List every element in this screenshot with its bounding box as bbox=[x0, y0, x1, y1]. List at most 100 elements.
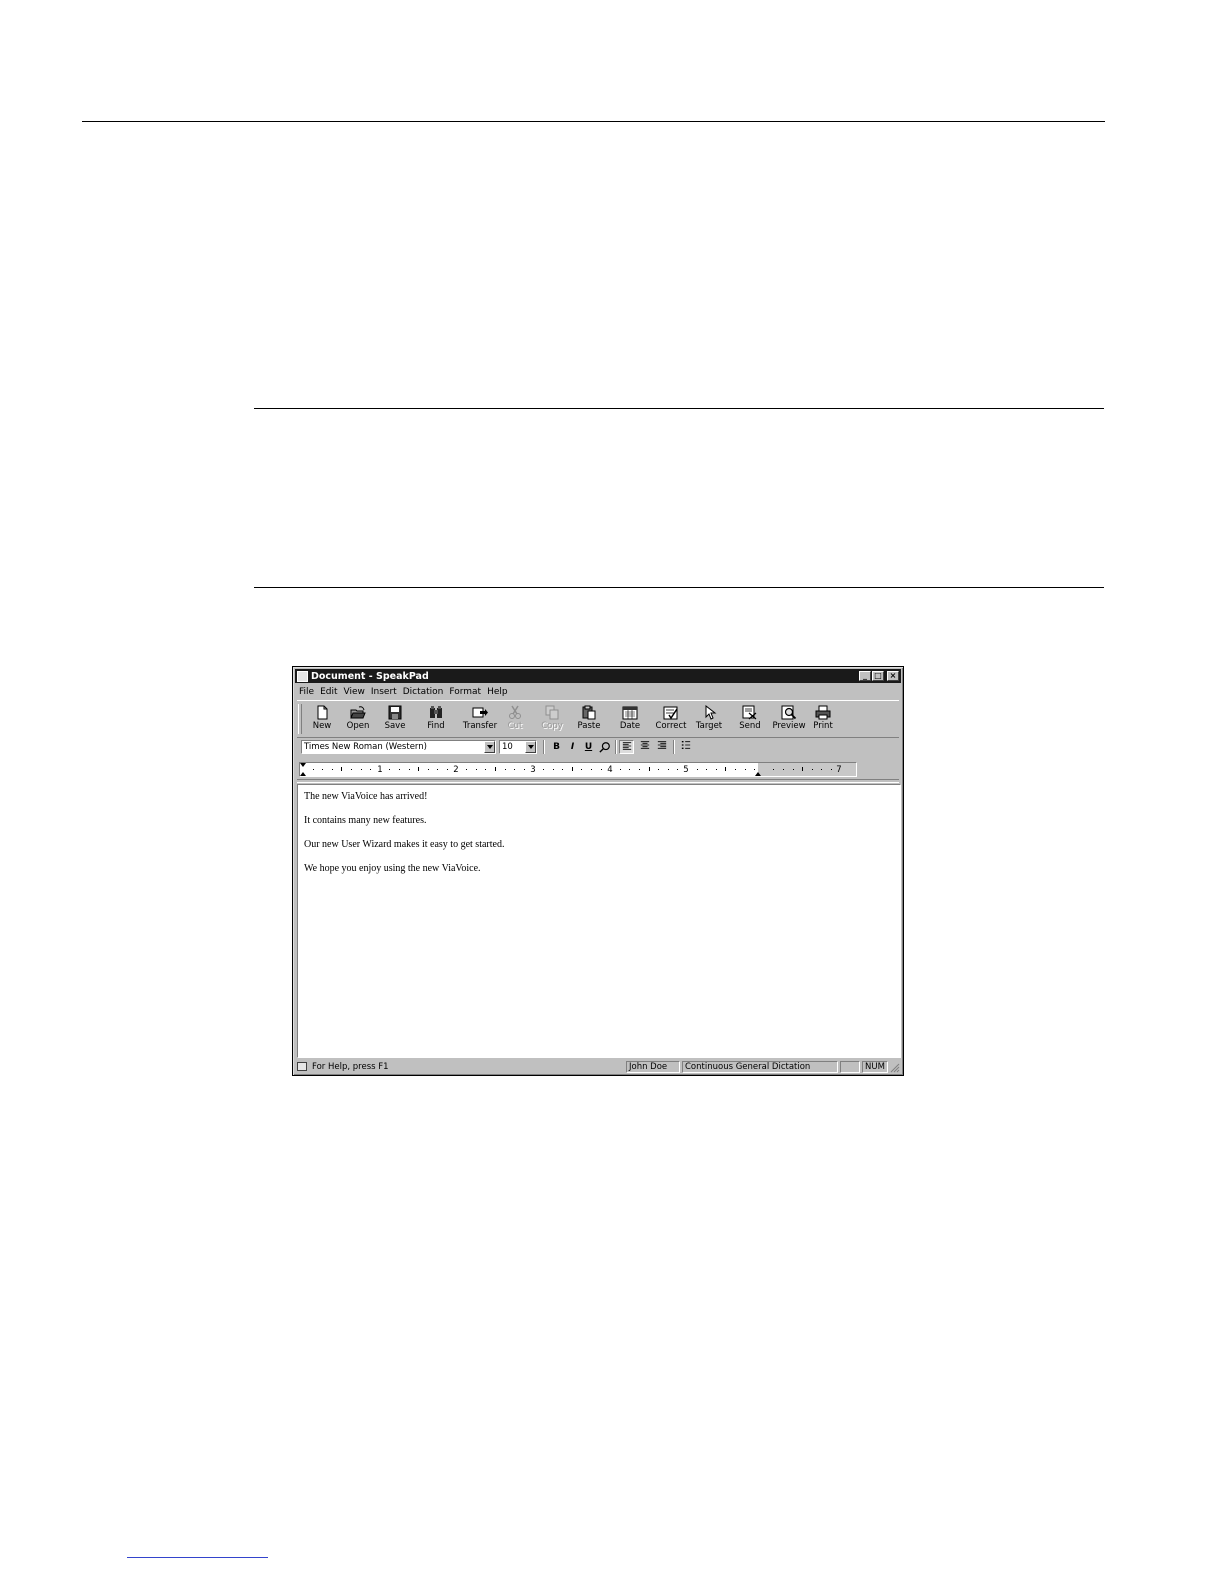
ruler-tick bbox=[447, 769, 448, 770]
printer-icon bbox=[815, 705, 831, 720]
ruler-tick bbox=[351, 769, 352, 770]
minimize-button[interactable]: _ bbox=[859, 671, 871, 681]
chevron-down-icon[interactable] bbox=[484, 741, 495, 753]
floppy-disk-icon bbox=[387, 705, 403, 720]
menu-edit[interactable]: Edit bbox=[320, 687, 337, 697]
ruler-number: 4 bbox=[607, 765, 613, 775]
ruler-tick bbox=[696, 769, 698, 770]
paste-label: Paste bbox=[577, 721, 601, 731]
document-area[interactable]: The new ViaVoice has arrived! It contain… bbox=[297, 784, 901, 1058]
ruler-tick bbox=[360, 769, 362, 770]
ruler-tick bbox=[543, 769, 544, 770]
ruler-tick bbox=[514, 769, 516, 770]
bullets-button[interactable] bbox=[678, 740, 693, 754]
align-left-icon bbox=[622, 742, 631, 750]
copy-button[interactable]: Copy bbox=[533, 703, 571, 735]
standard-toolbar: New Open Save Find Transfer Cut Copy Pas… bbox=[297, 700, 899, 738]
target-label: Target bbox=[695, 721, 723, 731]
ruler-tick bbox=[783, 769, 784, 770]
toolbar-separator bbox=[543, 740, 545, 754]
ruler-tick bbox=[639, 769, 640, 770]
resize-grip-icon[interactable] bbox=[889, 1062, 900, 1073]
ruler-tick bbox=[792, 769, 794, 770]
font-select[interactable]: Times New Roman (Western) bbox=[301, 740, 496, 754]
ruler-tick bbox=[821, 769, 823, 770]
ruler-tick bbox=[744, 769, 746, 770]
correct-button[interactable]: Correct bbox=[652, 703, 690, 735]
ruler-tick bbox=[562, 769, 564, 770]
menu-format[interactable]: Format bbox=[449, 687, 481, 697]
ruler-tick bbox=[523, 769, 525, 770]
menu-dictation[interactable]: Dictation bbox=[403, 687, 444, 697]
menu-help[interactable]: Help bbox=[487, 687, 508, 697]
save-label: Save bbox=[384, 721, 406, 731]
ruler-tick bbox=[715, 769, 717, 770]
status-app-icon bbox=[297, 1062, 307, 1071]
align-center-button[interactable] bbox=[637, 740, 652, 754]
copy-icon bbox=[544, 705, 560, 720]
ruler-tick bbox=[754, 769, 756, 770]
cut-button[interactable]: Cut bbox=[496, 703, 534, 735]
font-size-select[interactable]: 10 bbox=[499, 740, 537, 754]
page-rule-top bbox=[82, 121, 1105, 122]
clipboard-icon bbox=[581, 705, 597, 720]
page-rule-section bbox=[254, 408, 1104, 409]
title-bar[interactable]: Document - SpeakPad _ □ × bbox=[295, 669, 901, 683]
maximize-button[interactable]: □ bbox=[872, 671, 884, 681]
menu-insert[interactable]: Insert bbox=[371, 687, 397, 697]
save-button[interactable]: Save bbox=[376, 703, 414, 735]
ruler-tick bbox=[341, 767, 343, 771]
ruler-tick bbox=[475, 769, 477, 770]
align-left-button[interactable] bbox=[619, 740, 634, 754]
ruler-tick bbox=[667, 769, 669, 770]
app-icon[interactable] bbox=[297, 670, 308, 682]
ruler-tick bbox=[504, 769, 506, 770]
window-title: Document - SpeakPad bbox=[311, 670, 429, 682]
paste-button[interactable]: Paste bbox=[570, 703, 608, 735]
right-indent-marker[interactable] bbox=[755, 772, 761, 776]
status-empty-pane bbox=[840, 1061, 860, 1073]
left-indent-marker[interactable] bbox=[300, 772, 306, 776]
ruler-tick bbox=[581, 769, 583, 770]
menu-file[interactable]: File bbox=[299, 687, 314, 697]
transfer-button[interactable]: Transfer bbox=[459, 703, 501, 735]
ruler-tick bbox=[600, 769, 602, 770]
transfer-label: Transfer bbox=[462, 721, 498, 731]
new-label: New bbox=[312, 721, 332, 731]
ruler-tick bbox=[418, 767, 420, 771]
first-line-indent-marker[interactable] bbox=[300, 763, 306, 767]
ruler-tick bbox=[658, 769, 660, 770]
bold-button[interactable]: B bbox=[549, 740, 564, 754]
menu-view[interactable]: View bbox=[344, 687, 365, 697]
ruler-tick bbox=[408, 769, 410, 770]
date-button[interactable]: Date bbox=[611, 703, 649, 735]
target-button[interactable]: Target bbox=[690, 703, 728, 735]
print-button[interactable]: Print bbox=[804, 703, 842, 735]
ruler-tick bbox=[831, 769, 832, 770]
close-button[interactable]: × bbox=[887, 671, 899, 681]
chevron-down-icon[interactable] bbox=[525, 741, 536, 753]
find-button[interactable]: Find bbox=[417, 703, 455, 735]
ruler-tick bbox=[552, 769, 554, 770]
binoculars-icon bbox=[428, 705, 444, 720]
underline-button[interactable]: U bbox=[581, 740, 596, 754]
bullet-list-icon bbox=[681, 741, 690, 749]
highlight-button[interactable] bbox=[597, 740, 612, 754]
ruler-tick bbox=[735, 769, 736, 770]
send-icon bbox=[742, 705, 758, 720]
status-dictation-mode: Continuous General Dictation bbox=[682, 1061, 838, 1073]
open-button[interactable]: Open bbox=[339, 703, 377, 735]
ruler-tick bbox=[370, 769, 372, 770]
new-button[interactable]: New bbox=[303, 703, 341, 735]
ruler-tick bbox=[495, 767, 496, 771]
send-button[interactable]: Send bbox=[731, 703, 769, 735]
correct-icon bbox=[663, 705, 679, 720]
correct-label: Correct bbox=[655, 721, 687, 731]
italic-button[interactable]: I bbox=[565, 740, 580, 754]
ruler[interactable]: 1 2 3 4 5 7 bbox=[299, 762, 857, 777]
align-right-button[interactable] bbox=[654, 740, 669, 754]
ruler-tick bbox=[322, 769, 324, 770]
font-size-value: 10 bbox=[502, 742, 513, 752]
magnifier-icon bbox=[781, 705, 797, 720]
toolbar-grip[interactable] bbox=[298, 704, 302, 734]
